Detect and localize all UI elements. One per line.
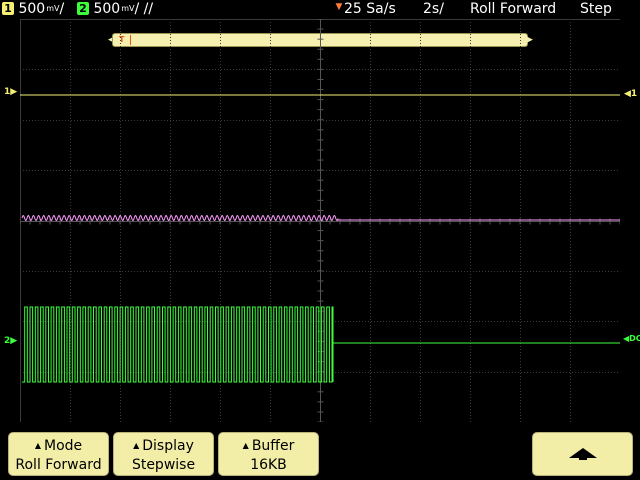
softkey-up-menu[interactable] xyxy=(532,432,633,476)
up-arrow-icon xyxy=(568,448,597,460)
ch2-scale-units: mV xyxy=(121,4,135,13)
softkey-mode[interactable]: ▲ Mode Roll Forward xyxy=(8,432,109,476)
softkey-buffer-value: 16KB xyxy=(250,457,287,473)
ch1-badge: 1 xyxy=(2,2,14,15)
softkey-display-value: Stepwise xyxy=(131,457,196,473)
ch2-coupling-label: DC xyxy=(629,334,640,343)
softkey-mode-title: Mode xyxy=(44,438,83,454)
trigger-position-icon: ▼ xyxy=(335,2,343,12)
ch1-scale-indicator[interactable]: 1 500mV/ xyxy=(2,0,64,18)
waveform-display[interactable] xyxy=(20,19,620,422)
softkey-display[interactable]: ▲ Display Stepwise xyxy=(113,432,214,476)
ch2-badge: 2 xyxy=(77,2,89,15)
ch2-scale-indicator[interactable]: 2 500mV/ // xyxy=(77,0,153,18)
ch2-right-marker: ◀DC xyxy=(623,334,640,343)
ch2-marker-label: 2 xyxy=(4,336,11,346)
ch2-scale-value: 500 xyxy=(93,1,121,17)
softkey-buffer-title: Buffer xyxy=(251,438,295,454)
ch1-scale-value: 500 xyxy=(18,1,46,17)
softkey-display-title: Display xyxy=(142,438,194,454)
ch1-right-label: 1 xyxy=(630,89,638,99)
acquisition-mode: Roll Forward xyxy=(470,1,557,17)
time-per-div[interactable]: 2s/ xyxy=(423,0,444,18)
ch1-right-marker: ◀1 xyxy=(624,89,638,99)
ch1-marker-label: 1 xyxy=(4,87,11,97)
sample-rate: 25 Sa/s xyxy=(344,1,396,17)
softkey-buffer[interactable]: ▲ Buffer 16KB xyxy=(218,432,319,476)
display-up-icon: ▲ xyxy=(133,441,140,450)
mode-up-icon: ▲ xyxy=(34,441,41,450)
ch1-ground-marker[interactable]: 1▶ xyxy=(4,87,17,97)
run-state: Step xyxy=(580,1,612,17)
status-bar: 1 500mV/ 2 500mV/ // ▼ 25 Sa/s 2s/ Roll … xyxy=(0,0,640,18)
ch2-ground-marker[interactable]: 2▶ xyxy=(4,336,17,346)
ch2-trace xyxy=(22,306,620,383)
buffer-up-icon: ▲ xyxy=(242,441,249,450)
softkey-mode-value: Roll Forward xyxy=(15,457,102,473)
ch1-scale-units: mV xyxy=(46,4,60,13)
